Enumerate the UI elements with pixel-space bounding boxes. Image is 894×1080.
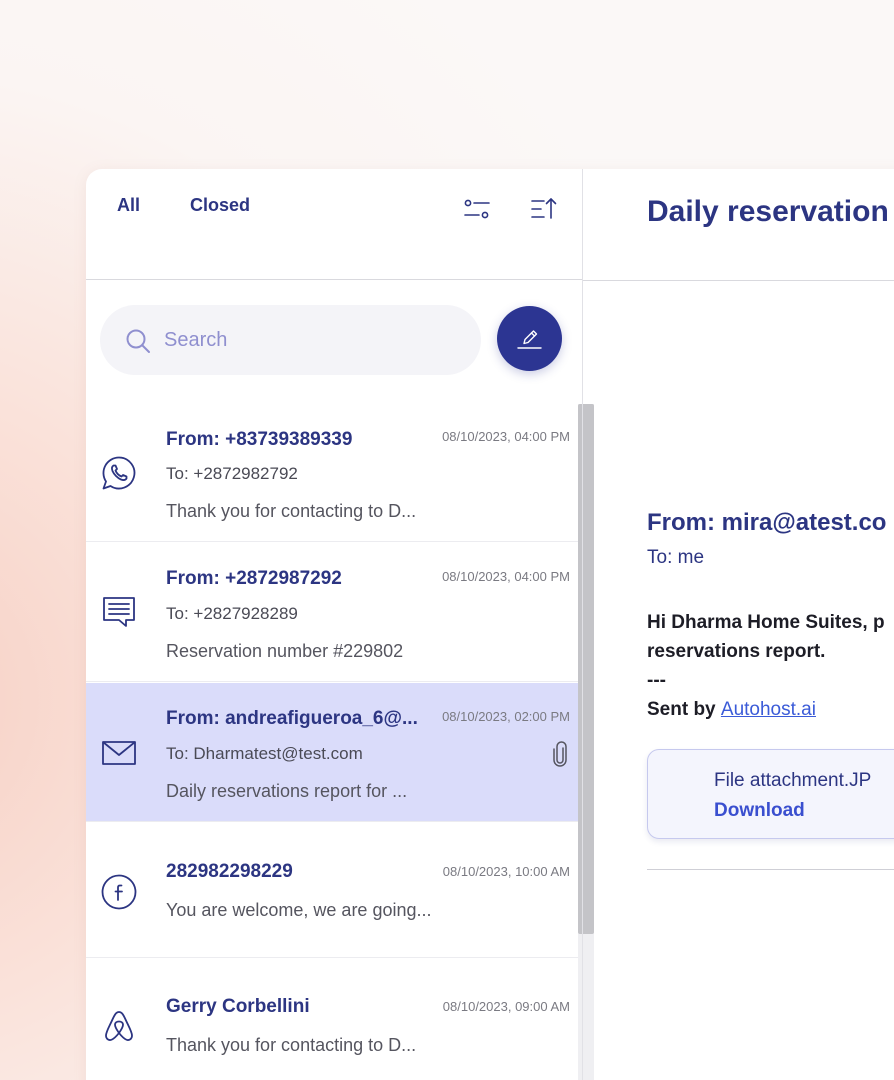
tabs-bar: All Closed <box>86 169 582 280</box>
conversation-date: 08/10/2023, 02:00 PM <box>442 709 570 724</box>
message-reader-pane: Daily reservation From: mira@atest.co To… <box>583 169 894 1080</box>
conversation-item[interactable]: From: +2872987292 08/10/2023, 04:00 PM T… <box>86 543 578 682</box>
message-from: From: mira@atest.co <box>647 509 887 536</box>
conversation-preview: Daily reservations report for ... <box>166 781 408 801</box>
conversation-preview: Reservation number #229802 <box>166 641 404 661</box>
sms-icon <box>103 597 135 627</box>
conversation-to: To: +2827928289 <box>166 604 298 623</box>
tab-all[interactable]: All <box>117 195 140 216</box>
conversation-to: To: +2872982792 <box>166 464 298 483</box>
compose-button[interactable] <box>497 306 562 371</box>
body-line: --- <box>647 670 666 691</box>
facebook-icon <box>101 874 137 910</box>
attachment-filename: File attachment.JP <box>714 770 872 791</box>
conversation-from: From: andreafigueroa_6@... <box>166 708 418 729</box>
sort-icon[interactable] <box>530 195 558 223</box>
conversation-from: Gerry Corbellini <box>166 996 310 1017</box>
search-input[interactable] <box>164 321 454 359</box>
attachment-card[interactable]: File attachment.JP Download <box>647 749 894 839</box>
pencil-icon <box>517 330 542 349</box>
conversation-date: 08/10/2023, 10:00 AM <box>442 864 570 879</box>
email-icon <box>102 741 136 765</box>
conversation-preview: Thank you for contacting to D... <box>166 1035 417 1055</box>
autohost-link[interactable]: Autohost.ai <box>721 699 816 720</box>
search-icon <box>126 329 150 353</box>
body-line: Hi Dharma Home Suites, p <box>647 612 885 633</box>
conversation-item[interactable]: From: +83739389339 08/10/2023, 04:00 PM … <box>86 403 578 542</box>
whatsapp-icon <box>102 456 136 490</box>
body-line: reservations report. <box>647 641 826 662</box>
filter-icon[interactable] <box>463 195 491 223</box>
airbnb-icon <box>105 1011 133 1041</box>
sent-by-line: Sent by Autohost.ai <box>647 695 885 724</box>
message-subject: Daily reservation <box>647 195 889 228</box>
conversation-item[interactable]: 282982298229 08/10/2023, 10:00 AM You ar… <box>86 823 578 958</box>
conversation-date: 08/10/2023, 04:00 PM <box>442 429 570 444</box>
message-to: To: me <box>647 547 705 568</box>
search-box[interactable] <box>100 305 481 375</box>
conversation-from: 282982298229 <box>166 861 293 882</box>
download-link[interactable]: Download <box>714 800 805 822</box>
conversation-preview: Thank you for contacting to D... <box>166 501 417 521</box>
paperclip-icon <box>553 741 567 767</box>
header-divider <box>583 280 894 281</box>
sent-by-prefix: Sent by <box>647 699 716 720</box>
inbox-app: All Closed Search From: +83739389339 08/… <box>86 169 894 1080</box>
conversation-date: 08/10/2023, 04:00 PM <box>442 569 570 584</box>
tab-closed[interactable]: Closed <box>190 195 250 216</box>
conversation-item-selected[interactable]: From: andreafigueroa_6@... 08/10/2023, 0… <box>86 683 578 822</box>
conversation-list-pane: All Closed Search From: +83739389339 08/… <box>86 169 594 1080</box>
conversation-preview: You are welcome, we are going... <box>166 900 432 920</box>
message-separator <box>647 869 894 870</box>
conversation-date: 08/10/2023, 09:00 AM <box>442 999 570 1014</box>
conversation-to: To: Dharmatest@test.com <box>166 744 363 763</box>
conversation-from: From: +2872987292 <box>166 568 342 589</box>
message-body: Hi Dharma Home Suites, p reservations re… <box>647 608 885 724</box>
conversation-item[interactable]: Gerry Corbellini 08/10/2023, 09:00 AM Th… <box>86 959 578 1080</box>
conversation-from: From: +83739389339 <box>166 429 353 450</box>
